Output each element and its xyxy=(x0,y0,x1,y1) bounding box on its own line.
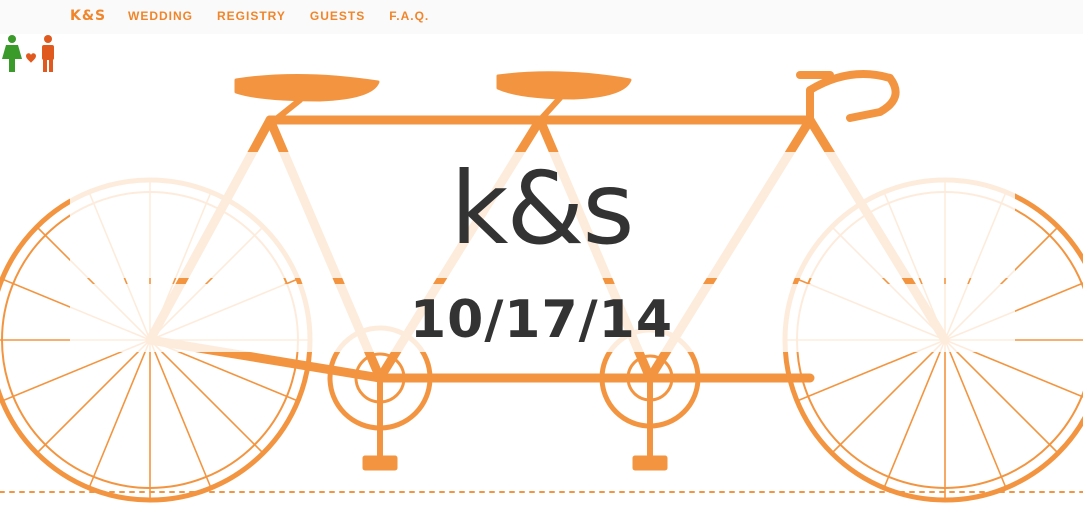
top-nav-bar: K&S WEDDING REGISTRY GUESTS F.A.Q. xyxy=(0,0,1083,34)
handlebars xyxy=(796,70,900,124)
hero-title: k&s xyxy=(450,150,635,267)
wedding-date: 10/17/14 xyxy=(409,290,674,350)
nav-item-guests[interactable]: GUESTS xyxy=(310,9,365,23)
nav-item-registry[interactable]: REGISTRY xyxy=(217,9,286,23)
bride-groom-heart-icon xyxy=(2,35,54,72)
nav-item-wedding[interactable]: WEDDING xyxy=(128,9,193,23)
brand-logo-link[interactable]: K&S xyxy=(70,8,106,24)
nav-menu: WEDDING REGISTRY GUESTS F.A.Q. xyxy=(128,9,453,23)
saddles xyxy=(234,71,632,123)
hero-banner: k&s 10/17/14 xyxy=(0,34,1083,521)
nav-item-faq[interactable]: F.A.Q. xyxy=(389,9,429,23)
